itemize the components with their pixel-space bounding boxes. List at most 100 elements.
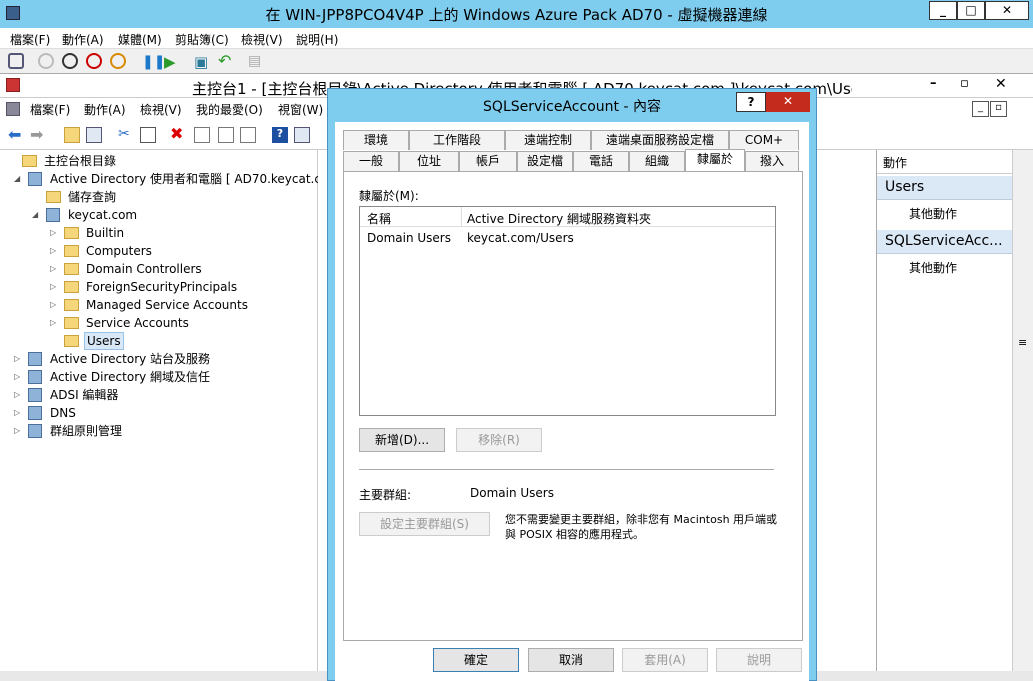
expand-arrow-icon[interactable]: ▷ bbox=[50, 260, 56, 278]
set-primary-group-button[interactable]: 設定主要群組(S) bbox=[359, 512, 490, 536]
mmc-doc-icon[interactable] bbox=[6, 102, 20, 116]
delete-icon[interactable]: ✖ bbox=[170, 124, 183, 143]
forward-icon[interactable]: ➡ bbox=[30, 125, 43, 144]
help-icon[interactable]: ? bbox=[272, 127, 288, 143]
vm-menu-clipboard[interactable]: 剪貼簿(C) bbox=[175, 31, 229, 48]
tree-item[interactable]: 主控台根目錄 bbox=[8, 152, 310, 170]
tree-item[interactable]: ▷ Computers bbox=[50, 242, 316, 260]
tab-profile[interactable]: 設定檔 bbox=[517, 151, 573, 171]
vm-close-button[interactable]: ✕ bbox=[985, 1, 1029, 20]
mmc-menu-view[interactable]: 檢視(V) bbox=[140, 101, 182, 118]
tree-item[interactable]: ▷ 群組原則管理 bbox=[14, 422, 316, 440]
add-button[interactable]: 新增(D)... bbox=[359, 428, 445, 452]
tree-item[interactable]: ▷ DNS bbox=[14, 404, 316, 422]
actions-section-sqlservice[interactable]: SQLServiceAcc... bbox=[877, 230, 1013, 254]
vm-minimize-button[interactable]: _ bbox=[929, 1, 957, 20]
checkpoint-icon[interactable]: ▣ bbox=[194, 53, 208, 71]
collapse-arrow-icon[interactable]: ◢ bbox=[14, 170, 20, 188]
tab-sessions[interactable]: 工作階段 bbox=[409, 130, 505, 150]
mmc-menu-favorites[interactable]: 我的最愛(O) bbox=[196, 101, 263, 118]
export-icon[interactable] bbox=[240, 127, 256, 143]
copy-icon[interactable] bbox=[140, 127, 156, 143]
mmc-child-restore-button[interactable]: ▫ bbox=[990, 101, 1007, 117]
tree-item[interactable]: ▷ ForeignSecurityPrincipals bbox=[50, 278, 316, 296]
tree-item[interactable]: ▷ ADSI 編輯器 bbox=[14, 386, 316, 404]
resume-icon[interactable]: ▶ bbox=[164, 53, 176, 71]
tab-general[interactable]: 一般 bbox=[343, 151, 399, 171]
mmc-restore-button[interactable]: ▫ bbox=[960, 76, 969, 91]
actions-section-users[interactable]: Users bbox=[877, 176, 1013, 200]
expand-arrow-icon[interactable]: ▷ bbox=[14, 368, 20, 386]
expand-arrow-icon[interactable]: ▷ bbox=[50, 296, 56, 314]
start-icon[interactable] bbox=[38, 53, 54, 69]
enhanced-session-icon[interactable]: ▤ bbox=[248, 53, 261, 69]
pause-icon[interactable]: ❚❚ bbox=[142, 54, 165, 70]
tree-item[interactable]: Users bbox=[50, 332, 316, 350]
shutdown-icon[interactable] bbox=[86, 53, 102, 69]
dialog-help-button[interactable]: ? bbox=[736, 92, 766, 112]
tree-item[interactable]: ▷ Managed Service Accounts bbox=[50, 296, 316, 314]
column-name[interactable]: 名稱 bbox=[367, 210, 391, 227]
show-tree-icon[interactable] bbox=[86, 127, 102, 143]
vm-maximize-button[interactable]: □ bbox=[957, 1, 985, 20]
expand-arrow-icon[interactable]: ▷ bbox=[14, 350, 20, 368]
scroll-thumb-grip-icon[interactable]: ≡ bbox=[1018, 336, 1027, 349]
help-button[interactable]: 說明 bbox=[716, 648, 802, 672]
mmc-menu-window[interactable]: 視窗(W) bbox=[278, 101, 323, 118]
cancel-button[interactable]: 取消 bbox=[528, 648, 614, 672]
tab-environment[interactable]: 環境 bbox=[343, 130, 409, 150]
tab-member-of[interactable]: 隸屬於 bbox=[685, 149, 745, 172]
actions-more-sqlservice[interactable]: 其他動作 bbox=[909, 259, 957, 276]
mmc-minimize-button[interactable]: – bbox=[930, 76, 937, 91]
expand-arrow-icon[interactable]: ▷ bbox=[14, 422, 20, 440]
member-of-list[interactable]: 名稱 Active Directory 網域服務資料夾 Domain Users… bbox=[359, 206, 776, 416]
power-icon[interactable] bbox=[110, 53, 126, 69]
refresh-icon[interactable] bbox=[218, 127, 234, 143]
mmc-close-button[interactable]: ✕ bbox=[995, 76, 1007, 92]
actions-more-users[interactable]: 其他動作 bbox=[909, 205, 957, 222]
vertical-scrollbar[interactable]: ≡ bbox=[1012, 150, 1033, 671]
remove-button[interactable]: 移除(R) bbox=[456, 428, 542, 452]
tree-item[interactable]: ▷ Domain Controllers bbox=[50, 260, 316, 278]
vm-menu-action[interactable]: 動作(A) bbox=[62, 31, 104, 48]
tab-remote-control[interactable]: 遠端控制 bbox=[505, 130, 591, 150]
vm-menu-file[interactable]: 檔案(F) bbox=[10, 31, 50, 48]
cut-icon[interactable]: ✂ bbox=[118, 126, 130, 142]
tree-item[interactable]: 儲存查詢 bbox=[32, 188, 316, 206]
apply-button[interactable]: 套用(A) bbox=[622, 648, 708, 672]
tree-item[interactable]: ▷ Service Accounts bbox=[50, 314, 316, 332]
up-folder-icon[interactable] bbox=[64, 127, 80, 143]
revert-icon[interactable]: ↶ bbox=[218, 51, 231, 70]
tab-complus[interactable]: COM+ bbox=[729, 130, 799, 150]
list-item[interactable]: Domain Users keycat.com/Users bbox=[360, 228, 775, 248]
vm-menu-view[interactable]: 檢視(V) bbox=[241, 31, 283, 48]
back-icon[interactable]: ⬅ bbox=[8, 125, 21, 144]
mmc-menu-action[interactable]: 動作(A) bbox=[84, 101, 126, 118]
vm-menu-media[interactable]: 媒體(M) bbox=[118, 31, 162, 48]
expand-arrow-icon[interactable]: ▷ bbox=[14, 386, 20, 404]
expand-arrow-icon[interactable]: ▷ bbox=[50, 314, 56, 332]
column-ad-folder[interactable]: Active Directory 網域服務資料夾 bbox=[467, 210, 651, 227]
tree-item[interactable]: ▷ Active Directory 站台及服務 bbox=[14, 350, 316, 368]
collapse-arrow-icon[interactable]: ◢ bbox=[32, 206, 38, 224]
mmc-menu-file[interactable]: 檔案(F) bbox=[30, 101, 70, 118]
tree-item[interactable]: ◢ Active Directory 使用者和電腦 [ AD70.keycat.c… bbox=[14, 170, 333, 188]
stop-icon[interactable] bbox=[62, 53, 78, 69]
tab-address[interactable]: 位址 bbox=[399, 151, 459, 171]
show-action-pane-icon[interactable] bbox=[294, 127, 310, 143]
ctrl-alt-del-icon[interactable] bbox=[8, 53, 24, 69]
tab-account[interactable]: 帳戶 bbox=[459, 151, 517, 171]
tab-telephones[interactable]: 電話 bbox=[573, 151, 629, 171]
properties-icon[interactable] bbox=[194, 127, 210, 143]
expand-arrow-icon[interactable]: ▷ bbox=[50, 242, 56, 260]
tree-item[interactable]: ◢ keycat.com bbox=[32, 206, 316, 224]
expand-arrow-icon[interactable]: ▷ bbox=[50, 278, 56, 296]
ok-button[interactable]: 確定 bbox=[433, 648, 519, 672]
dialog-close-button[interactable]: ✕ bbox=[766, 92, 810, 112]
tab-dial-in[interactable]: 撥入 bbox=[745, 151, 799, 171]
expand-arrow-icon[interactable]: ▷ bbox=[14, 404, 20, 422]
tree-item[interactable]: ▷ Builtin bbox=[50, 224, 316, 242]
tab-rds-profile[interactable]: 遠端桌面服務設定檔 bbox=[591, 130, 729, 150]
expand-arrow-icon[interactable]: ▷ bbox=[50, 224, 56, 242]
vm-menu-help[interactable]: 說明(H) bbox=[296, 31, 338, 48]
